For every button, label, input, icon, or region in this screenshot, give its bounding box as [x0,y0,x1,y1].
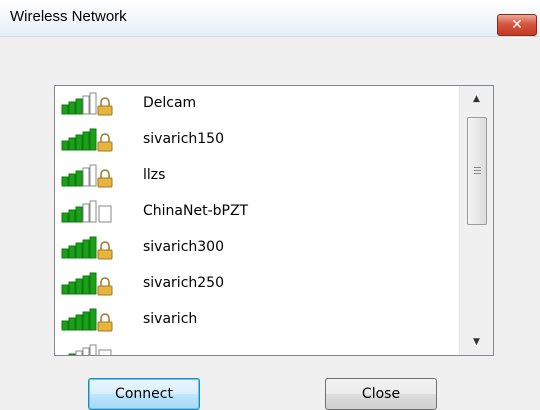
grip-line [474,173,481,174]
signal-bar [82,95,90,115]
wifi-signal-icon [61,236,113,260]
signal-bar [75,206,83,223]
wifi-signal-icon [68,344,112,355]
signal-bar [75,242,83,259]
signal-bar [68,245,76,259]
signal-bar [82,239,90,259]
grip-line [474,170,481,171]
lock-icon [97,133,113,152]
wifi-signal-icon [61,92,113,116]
network-row[interactable] [55,338,459,355]
wifi-signal-icon [61,128,113,152]
wifi-signal-icon [61,200,112,223]
lock-icon [97,97,113,116]
open-network-icon [98,349,112,355]
network-row[interactable]: sivarich250 [55,266,459,302]
signal-bar [75,314,83,331]
signal-bar [75,350,83,355]
network-ssid: llzs [143,167,166,183]
signal-bar [68,173,76,187]
signal-bar [68,353,76,355]
signal-bar [82,347,90,355]
network-row[interactable]: sivarich150 [55,122,459,158]
signal-bar [68,209,76,223]
scroll-up-icon[interactable]: ▲ [460,86,493,112]
signal-bar [75,278,83,295]
signal-bar [89,308,97,331]
wifi-signal-icon [61,164,113,188]
wifi-signal-icon [61,272,113,296]
wifi-signal-icon [61,308,113,332]
signal-bar [61,212,69,223]
signal-bar [75,134,83,151]
signal-bar [82,203,90,223]
lock-icon [97,241,113,260]
signal-bar [61,104,69,115]
network-ssid: ChinaNet-bPZT [143,203,249,219]
lock-icon [97,169,113,188]
window-close-button[interactable]: ✕ [497,14,537,36]
vertical-scrollbar[interactable]: ▲ ▼ [459,86,493,355]
grip-line [474,167,481,168]
signal-bar [61,284,69,295]
signal-bar [89,128,97,151]
signal-bar [89,272,97,295]
signal-bar [61,176,69,187]
network-row[interactable]: ChinaNet-bPZT [55,194,459,230]
network-row[interactable]: sivarich300 [55,230,459,266]
window-title: Wireless Network [10,8,127,25]
network-ssid: sivarich [143,311,198,327]
signal-bar [68,281,76,295]
signal-bar [68,137,76,151]
close-button[interactable]: Close [325,378,437,410]
signal-bar [68,101,76,115]
network-ssid: Delcam [143,95,197,111]
network-row[interactable]: llzs [55,158,459,194]
network-ssid: sivarich300 [143,239,224,255]
signal-bar [89,344,97,355]
signal-bar [75,98,83,115]
network-list-rows: Delcam sivarich150 llzs ChinaNet-bPZT sivari… [55,86,459,355]
signal-bar [61,248,69,259]
signal-bar [89,164,97,187]
network-ssid: sivarich150 [143,131,224,147]
signal-bar [89,236,97,259]
signal-bar [82,167,90,187]
signal-bar [82,131,90,151]
scrollbar-thumb[interactable] [467,117,487,225]
network-ssid: sivarich250 [143,275,224,291]
signal-bar [89,92,97,115]
lock-icon [97,277,113,296]
open-network-icon [98,205,112,223]
signal-bar [82,275,90,295]
lock-icon [97,313,113,332]
close-button-label: Close [361,386,401,402]
network-row[interactable]: Delcam [55,86,459,122]
signal-bar [89,200,97,223]
close-icon: ✕ [511,17,523,33]
connect-button[interactable]: Connect [88,378,200,410]
signal-bar [75,170,83,187]
signal-bar [61,140,69,151]
scroll-down-icon[interactable]: ▼ [460,329,493,355]
network-row[interactable]: sivarich [55,302,459,338]
signal-bar [61,320,69,331]
connect-button-label: Connect [115,386,173,402]
wireless-network-dialog: Wireless Network ✕ Delcam sivarich150 llzs… [0,0,540,410]
signal-bar [68,317,76,331]
title-bar[interactable]: Wireless Network ✕ [0,0,540,37]
network-list[interactable]: Delcam sivarich150 llzs ChinaNet-bPZT sivari… [54,85,494,356]
signal-bar [82,311,90,331]
